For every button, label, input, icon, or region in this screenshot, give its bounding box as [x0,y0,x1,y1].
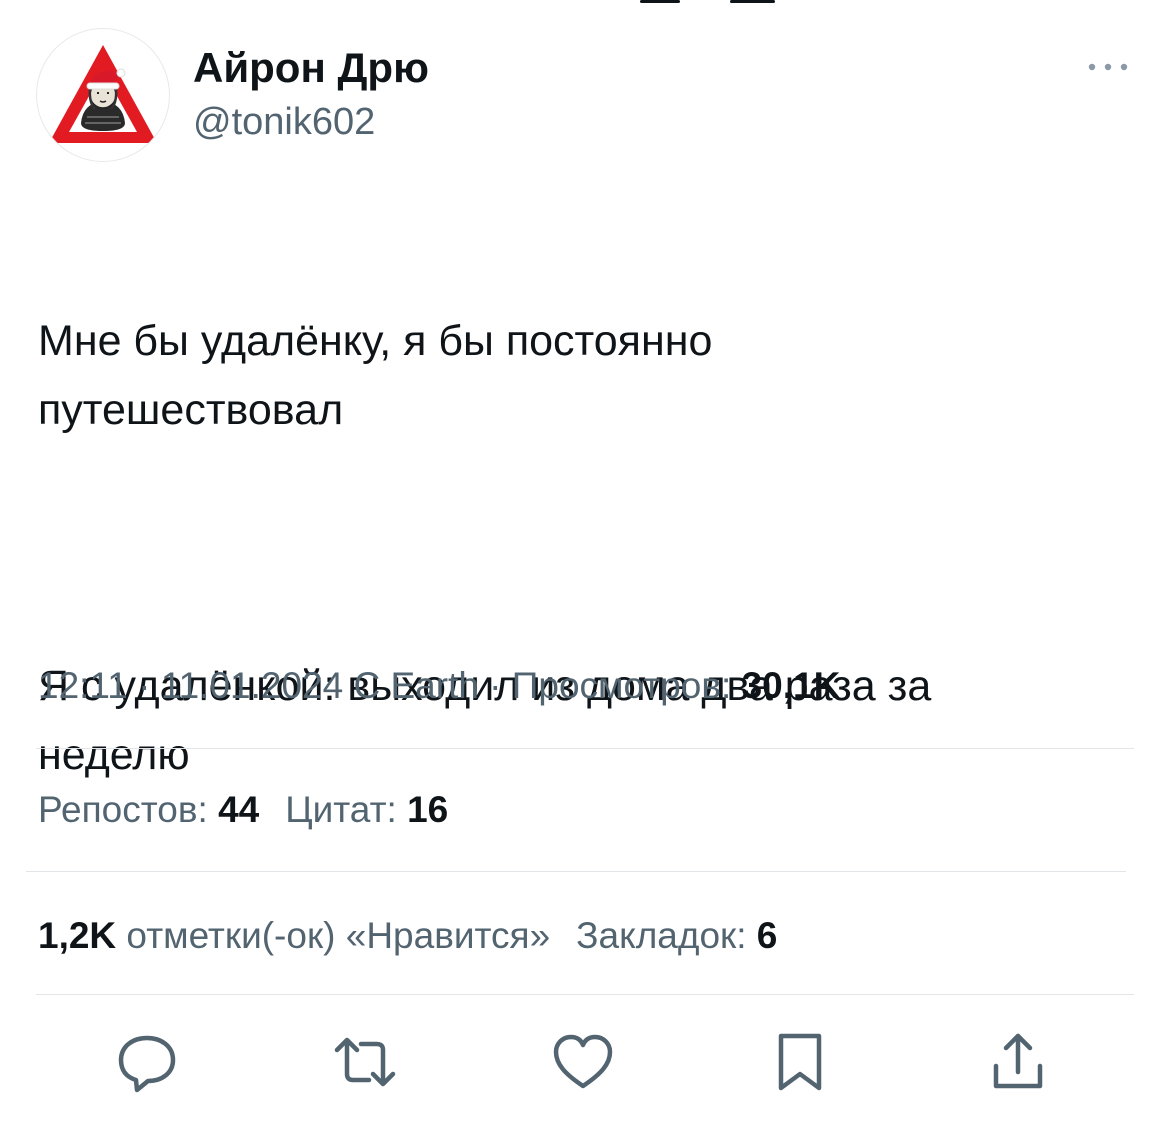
more-dots-icon [1088,63,1128,71]
views-label: Просмотров: [511,665,742,706]
more-options-button[interactable] [1080,52,1136,82]
reposts-label: Репостов: [38,789,219,830]
quotes-stat[interactable]: Цитат: 16 [285,789,448,830]
tweet-date[interactable]: 11.01.2024 [161,665,343,706]
author-handle[interactable]: @tonik602 [193,98,375,146]
reposts-stat[interactable]: Репостов: 44 [38,789,259,830]
tweet-time[interactable]: 12:11 [38,665,128,706]
tweet-actions [0,1030,1170,1094]
meta-separator: · [478,665,512,706]
bookmark-icon [778,1033,822,1091]
like-icon [553,1034,613,1089]
reply-icon [118,1035,176,1093]
likes-stat[interactable]: 1,2K отметки(-ок) «Нравится» [38,915,550,956]
stats-row-likes: 1,2K отметки(-ок) «Нравится» Закладок: 6 [38,910,777,962]
likes-count: 1,2K [38,915,117,956]
like-button[interactable] [551,1030,615,1094]
top-edge-fragment [640,0,780,4]
tweet-meta: 12:11 · 11.01.2024 С Earth · Просмотров:… [38,660,840,712]
retweet-button[interactable] [333,1030,397,1094]
quotes-count: 16 [407,789,449,830]
divider [36,748,1134,749]
retweet-icon [334,1037,396,1087]
tweet-text: Мне бы удалёнку, я бы постоянно путешест… [38,238,1138,859]
divider [26,871,1126,872]
avatar[interactable] [36,28,170,162]
quotes-label: Цитат: [285,789,408,830]
stats-row-reposts: Репостов: 44 Цитат: 16 [38,784,448,836]
bookmarks-stat[interactable]: Закладок: 6 [576,915,777,956]
author-name[interactable]: Айрон Дрю [193,42,429,94]
bookmark-button[interactable] [768,1030,832,1094]
share-button[interactable] [986,1030,1050,1094]
share-icon [993,1033,1043,1089]
bookmarks-label: Закладок: [576,915,757,956]
reposts-count: 44 [218,789,260,830]
likes-label: отметки(-ок) «Нравится» [116,915,551,956]
reply-button[interactable] [115,1030,179,1094]
tweet-paragraph-1: Мне бы удалёнку, я бы постоянно путешест… [38,317,713,434]
meta-separator: · [127,665,161,706]
views-count: 30,1K [741,665,841,706]
bookmarks-count: 6 [756,915,778,956]
tweet-location: С Earth [353,665,479,706]
divider [36,994,1134,995]
